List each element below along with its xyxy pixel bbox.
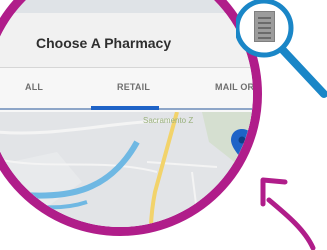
- tutorial-callout-screenshot: Choose A Pharmacy ALL RETAIL MAIL ORDER: [0, 0, 327, 250]
- callout-arrow-icon: [260, 177, 316, 250]
- magnified-phone-view: Choose A Pharmacy ALL RETAIL MAIL ORDER: [0, 0, 262, 236]
- pharmacy-tabs: ALL RETAIL MAIL ORDER: [0, 68, 253, 112]
- selected-tab-indicator: [91, 106, 159, 110]
- magnifying-glass-icon: [236, 0, 327, 98]
- app-bar: Choose A Pharmacy: [0, 13, 253, 68]
- tab-all[interactable]: ALL: [25, 82, 43, 92]
- tab-retail[interactable]: RETAIL: [117, 82, 150, 92]
- hamburger-menu-icon[interactable]: [254, 11, 275, 42]
- pharmacy-map[interactable]: Sacramento Z: [0, 112, 262, 236]
- map-canvas[interactable]: [0, 112, 262, 236]
- map-place-label: Sacramento Z: [143, 116, 194, 125]
- page-title: Choose A Pharmacy: [36, 35, 172, 51]
